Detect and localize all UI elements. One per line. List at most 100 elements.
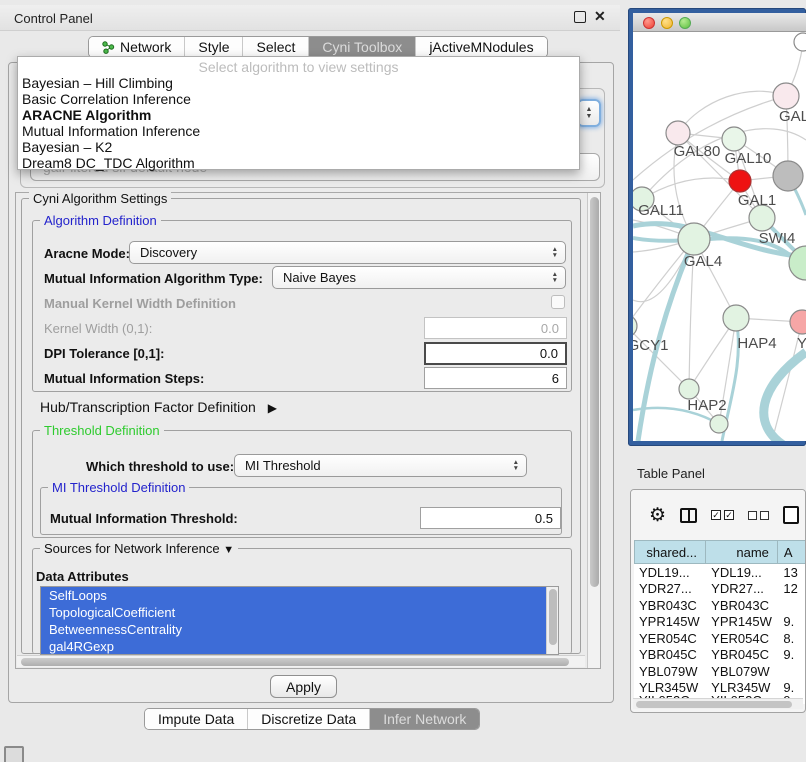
control-panel-title: Control Panel [14, 11, 93, 26]
network-node[interactable] [773, 161, 803, 191]
table-row[interactable]: YDL19... YDL19... 13 [634, 564, 806, 581]
node-label: HAP2 [687, 397, 726, 414]
network-node[interactable] [710, 415, 728, 433]
dropdown-item-selected[interactable]: ARACNE Algorithm [18, 107, 579, 123]
table-row[interactable]: YBR043C YBR043C [634, 597, 806, 614]
dropdown-item[interactable]: Bayesian – Hill Climbing [18, 75, 579, 91]
tab-impute-data[interactable]: Impute Data [145, 709, 248, 729]
node-label: GAL1 [738, 192, 776, 209]
dropdown-item[interactable]: Basic Correlation Inference [18, 91, 579, 107]
node-label: GAL10 [725, 150, 772, 167]
deselect-all-checkboxes-icon[interactable] [748, 511, 769, 520]
network-node[interactable] [790, 310, 806, 334]
minimize-traffic-light-icon[interactable] [661, 17, 673, 29]
data-attributes-list: SelfLoops TopologicalCoefficient Between… [40, 586, 559, 655]
close-icon[interactable]: ✕ [594, 8, 606, 25]
which-threshold-combo[interactable]: MI Threshold ▲▼ [234, 454, 527, 477]
dropdown-item[interactable]: Dream8 DC_TDC Algorithm [18, 155, 579, 171]
node-label: Y [797, 335, 806, 352]
column-header-name[interactable]: name [706, 540, 778, 564]
network-node-swi4[interactable] [789, 246, 806, 280]
node-label: GAL80 [674, 143, 721, 160]
list-item[interactable]: gal4RGexp [41, 638, 558, 655]
network-node[interactable] [773, 83, 799, 109]
node-label: SWI4 [759, 230, 796, 247]
table-panel-window: ⚙ ✓✓ shared... name A YDL19... YDL19... … [630, 489, 806, 713]
kernel-width-field[interactable]: 0.0 [424, 317, 567, 339]
group-title: Sources for Network Inference ▼ [40, 541, 238, 556]
aracne-mode-combo[interactable]: Discovery ▲▼ [129, 241, 566, 264]
zoom-traffic-light-icon[interactable] [679, 17, 691, 29]
close-traffic-light-icon[interactable] [643, 17, 655, 29]
network-node-hap4[interactable] [723, 305, 749, 331]
mi-threshold-field[interactable]: 0.5 [420, 507, 561, 529]
list-vertical-scrollbar[interactable] [546, 587, 558, 654]
mi-type-combo[interactable]: Naive Bayes ▲▼ [272, 266, 566, 289]
tab-select[interactable]: Select [243, 37, 309, 57]
which-threshold-label: Which threshold to use: [86, 459, 234, 474]
column-header-shared[interactable]: shared... [634, 540, 706, 564]
scrollbar-thumb[interactable] [590, 197, 599, 587]
tab-network[interactable]: Network [89, 37, 185, 57]
mi-threshold-label: Mutual Information Threshold: [50, 511, 238, 526]
network-node-gal4[interactable] [678, 223, 710, 255]
dropdown-prompt: Select algorithm to view settings [18, 59, 579, 75]
combo-arrows-icon: ▲▼ [552, 272, 558, 284]
network-node-hap2[interactable] [679, 379, 699, 399]
dropdown-item[interactable]: Mutual Information Inference [18, 123, 579, 139]
select-all-checkboxes-icon[interactable]: ✓✓ [711, 510, 734, 520]
network-window-titlebar[interactable] [633, 13, 806, 32]
tab-network-label: Network [120, 39, 171, 55]
collapse-down-icon: ▼ [223, 544, 234, 556]
list-item[interactable]: TopologicalCoefficient [41, 604, 558, 621]
table-row[interactable]: YER054C YER054C 8. [634, 630, 806, 647]
column-header-partial[interactable]: A [778, 540, 806, 564]
network-node-gcy1[interactable] [633, 315, 637, 337]
node-table: shared... name A YDL19... YDL19... 13 YD… [634, 540, 806, 704]
node-label: HAP4 [737, 335, 776, 352]
gear-icon[interactable]: ⚙ [649, 504, 666, 527]
dpi-tolerance-field[interactable]: 0.0 [424, 342, 567, 365]
manual-kernel-label: Manual Kernel Width Definition [44, 296, 236, 311]
tab-cyni-toolbox[interactable]: Cyni Toolbox [309, 37, 416, 57]
algorithm-combo-arrow[interactable]: ▲▼ [577, 99, 601, 127]
hub-section-header[interactable]: Hub/Transcription Factor Definition ▶ [40, 399, 277, 415]
column-layout-icon[interactable] [680, 508, 697, 523]
table-horizontal-scrollbar[interactable] [633, 698, 803, 709]
scrollbar-thumb[interactable] [636, 701, 792, 708]
node-label: GAL11 [638, 202, 684, 219]
scrollbar-thumb[interactable] [21, 658, 569, 666]
list-item[interactable]: BetweennessCentrality [41, 621, 558, 638]
scrollbar-thumb[interactable] [549, 589, 557, 645]
settings-vertical-scrollbar[interactable] [587, 193, 600, 668]
settings-horizontal-scrollbar[interactable] [17, 655, 585, 667]
kernel-width-label: Kernel Width (0,1): [44, 321, 152, 336]
float-window-icon[interactable] [574, 11, 586, 23]
expand-right-icon: ▶ [268, 401, 277, 415]
list-item[interactable]: SelfLoops [41, 587, 558, 604]
manual-kernel-checkbox[interactable] [551, 295, 565, 309]
network-canvas[interactable]: GAL GAL80 GAL10 GAL1 GAL11 SWI4 GAL4 GCY… [633, 32, 806, 441]
apply-button[interactable]: Apply [270, 675, 337, 698]
table-row[interactable]: YBR045C YBR045C 9. [634, 647, 806, 664]
network-node[interactable] [794, 33, 806, 51]
new-table-icon[interactable] [783, 506, 799, 524]
dpi-tolerance-label: DPI Tolerance [0,1]: [44, 346, 164, 361]
group-title: Cyni Algorithm Settings [29, 191, 171, 206]
tab-style[interactable]: Style [185, 37, 243, 57]
tab-discretize-data[interactable]: Discretize Data [248, 709, 370, 729]
table-row[interactable]: YPR145W YPR145W 9. [634, 614, 806, 631]
network-node-gal10[interactable] [722, 127, 746, 151]
mi-steps-field[interactable]: 6 [424, 367, 567, 389]
tab-jactivemnodules[interactable]: jActiveMNodules [416, 37, 546, 57]
tab-infer-network[interactable]: Infer Network [370, 709, 479, 729]
dropdown-item[interactable]: Bayesian – K2 [18, 139, 579, 155]
panel-grip-icon[interactable] [4, 746, 24, 762]
network-node-gal80[interactable] [666, 121, 690, 145]
network-node-selected[interactable] [729, 170, 751, 192]
table-row[interactable]: YLR345W YLR345W 9. [634, 680, 806, 697]
control-panel-titlebar [0, 5, 620, 31]
table-row[interactable]: YDR27... YDR27... 12 [634, 581, 806, 598]
table-row[interactable]: YBL079W YBL079W [634, 663, 806, 680]
table-header-row: shared... name A [634, 540, 806, 564]
